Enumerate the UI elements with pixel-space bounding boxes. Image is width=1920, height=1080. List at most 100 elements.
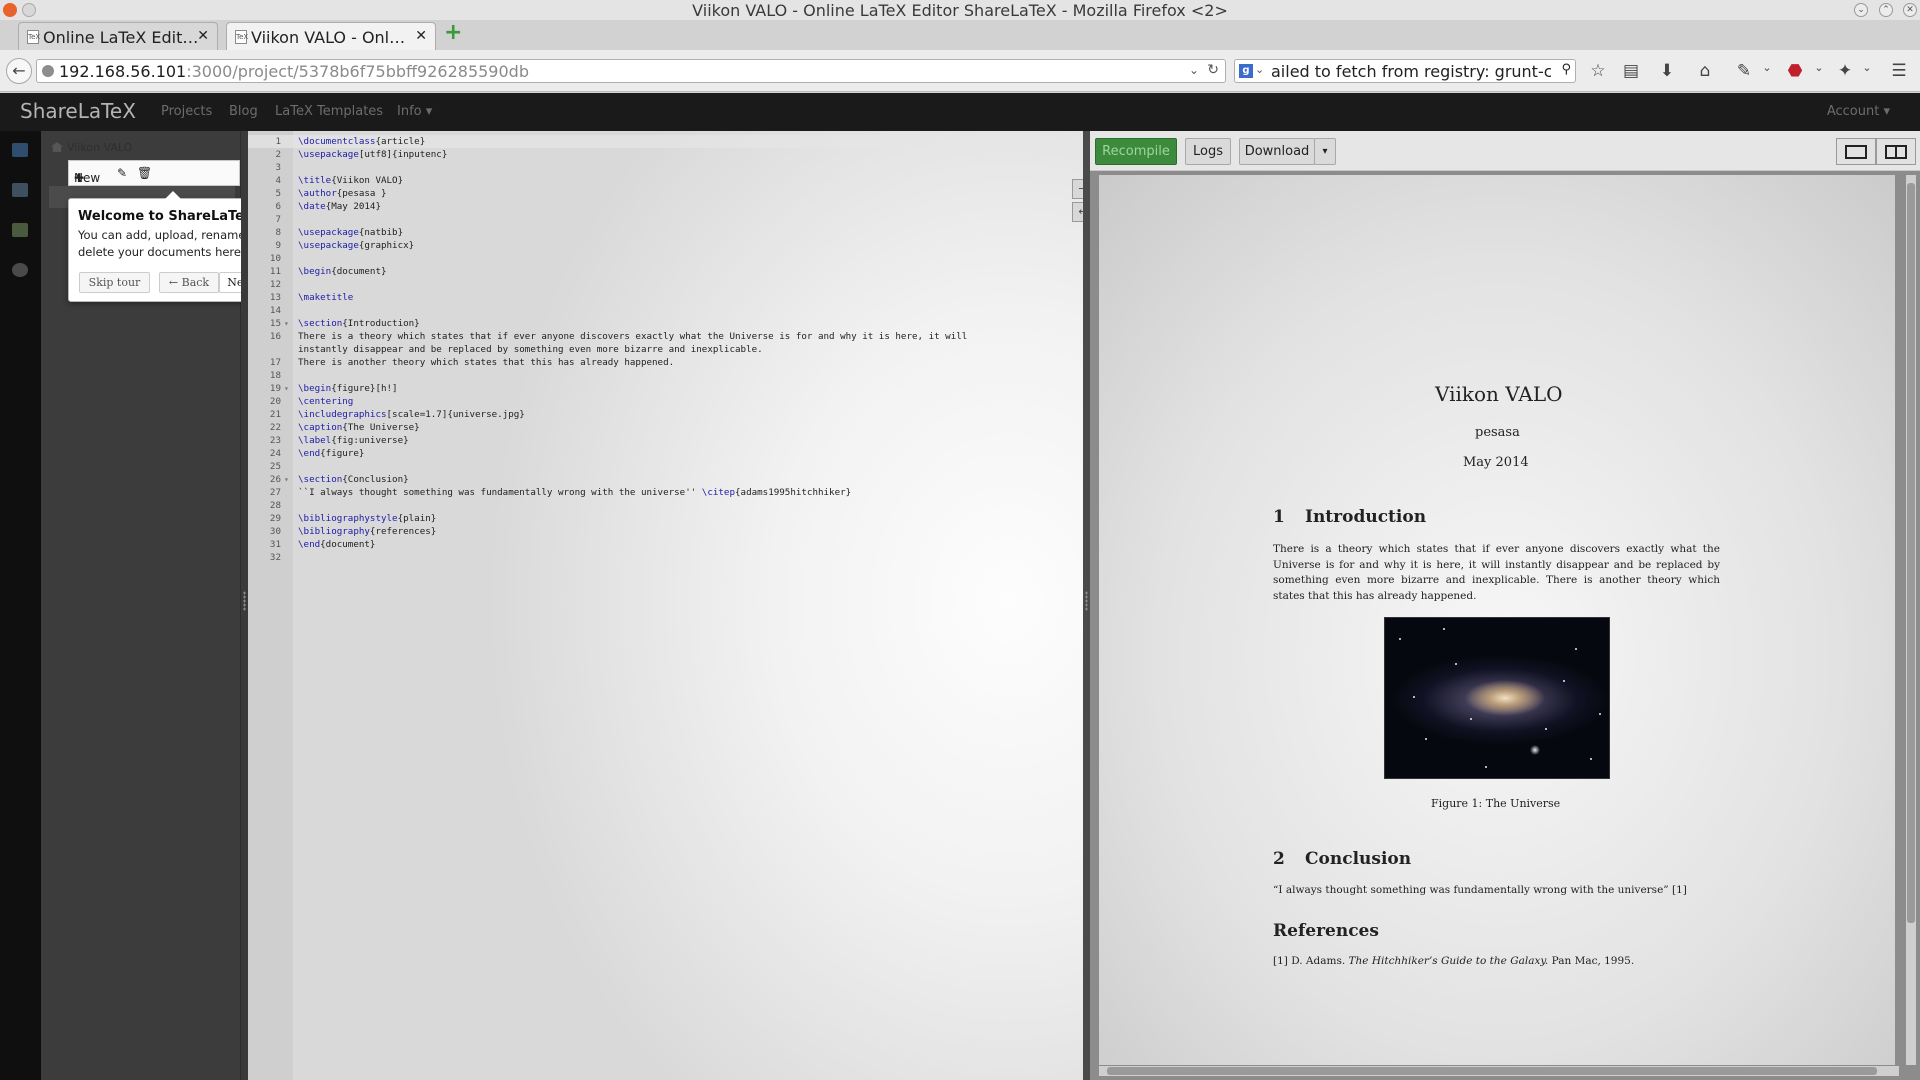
reload-icon[interactable]: ↻ xyxy=(1207,62,1219,78)
app-logo[interactable]: ShareLaTeX xyxy=(20,99,136,123)
pdf-vertical-scrollbar[interactable] xyxy=(1906,175,1916,1065)
browser-tab-1[interactable]: TeX Online LaTeX Edit… ✕ xyxy=(18,22,218,50)
code-text: \centering xyxy=(298,395,353,408)
download-button[interactable]: Download xyxy=(1239,138,1315,165)
pdf-section-1-number: 1 xyxy=(1273,507,1285,527)
search-bar[interactable]: g ⌄ ailed to fetch from registry: grunt-… xyxy=(1234,59,1576,83)
delete-icon[interactable]: 🗑 xyxy=(137,166,152,180)
line-number: 18 xyxy=(269,370,281,381)
nav-projects[interactable]: Projects xyxy=(161,104,212,119)
browser-tab-2[interactable]: TeX Viikon VALO - Onl… ✕ xyxy=(226,22,436,50)
history-icon[interactable] xyxy=(12,183,28,197)
download-icon[interactable]: ⬇ xyxy=(1656,61,1678,81)
line-number: 5 xyxy=(275,188,281,199)
chevron-down-icon: ▾ xyxy=(1879,104,1890,119)
line-number: 22 xyxy=(269,422,281,433)
recompile-button[interactable]: Recompile xyxy=(1095,138,1177,165)
nav-blog[interactable]: Blog xyxy=(229,104,258,119)
line-number: 9 xyxy=(275,240,281,251)
latex-command: \title xyxy=(298,175,332,186)
drag-handle-icon[interactable] xyxy=(1085,591,1088,611)
chevron-down-icon[interactable]: ⌄ xyxy=(1255,63,1264,76)
star xyxy=(1599,713,1601,715)
project-name: Viikon VALO xyxy=(67,141,133,154)
chevron-down-icon: ▾ xyxy=(421,104,433,119)
files-icon[interactable] xyxy=(12,143,28,157)
code-text: \bibliographystyle{plain} xyxy=(298,512,436,525)
code-text: \maketitle xyxy=(298,291,353,304)
search-input[interactable]: ailed to fetch from registry: grunt-cli xyxy=(1271,62,1551,81)
url-bar[interactable]: 192.168.56.101:3000/project/5378b6f75bbf… xyxy=(36,59,1226,83)
line-number: 1 xyxy=(275,136,281,147)
single-view-button[interactable] xyxy=(1836,138,1876,165)
latex-command: \section xyxy=(298,318,343,329)
account-menu[interactable]: Account ▾ xyxy=(1827,104,1890,119)
split-view-button[interactable] xyxy=(1876,138,1916,165)
tour-back-button[interactable]: ← Back xyxy=(159,272,219,293)
close-tab-icon[interactable]: ✕ xyxy=(415,28,427,44)
fold-toggle-icon[interactable]: ▾ xyxy=(284,473,289,486)
code-token: {May 2014} xyxy=(325,201,381,212)
new-tab-icon[interactable]: + xyxy=(444,22,462,44)
account-label: Account xyxy=(1826,104,1880,119)
code-token: {document} xyxy=(320,539,376,550)
maximize-icon[interactable]: ⌃ xyxy=(1879,3,1893,17)
bookmark-star-icon[interactable]: ☆ xyxy=(1587,61,1609,81)
extension-icon[interactable]: ✦ xyxy=(1834,61,1856,81)
line-number: 27 xyxy=(269,487,281,498)
search-engine-icon[interactable]: g xyxy=(1239,64,1253,78)
chevron-down-icon[interactable]: ⌄ xyxy=(1808,61,1830,74)
gear-icon[interactable] xyxy=(12,263,28,277)
bookmarks-list-icon[interactable]: ▤ xyxy=(1620,61,1642,81)
latex-command: \maketitle xyxy=(298,292,354,303)
url-history-dropdown-icon[interactable]: ⌄ xyxy=(1189,63,1199,77)
line-number: 10 xyxy=(269,253,281,264)
close-tab-icon[interactable]: ✕ xyxy=(197,28,209,44)
fold-toggle-icon[interactable]: ▾ xyxy=(284,382,289,395)
code-token: {Conclusion} xyxy=(342,474,409,485)
line-number: 29 xyxy=(269,513,281,524)
latex-command: \date xyxy=(298,201,326,212)
star xyxy=(1470,718,1472,720)
rename-icon[interactable]: ✎ xyxy=(117,166,127,180)
code-text: ``I always thought something was fundame… xyxy=(298,486,851,499)
code-token: {The Universe} xyxy=(342,422,420,433)
editor-pdf-splitter[interactable] xyxy=(1083,131,1090,1080)
scrollbar-thumb[interactable] xyxy=(1907,183,1915,923)
code-text: \begin{document} xyxy=(298,265,387,278)
code-token: {natbib} xyxy=(358,227,404,238)
fold-toggle-icon[interactable]: ▾ xyxy=(284,317,289,330)
latex-command: \section xyxy=(298,474,343,485)
back-button[interactable]: ← xyxy=(6,58,32,84)
tools-icon[interactable]: ✎ xyxy=(1733,61,1755,81)
menu-icon[interactable]: ☰ xyxy=(1888,61,1910,81)
drag-handle-icon[interactable] xyxy=(243,591,246,611)
scrollbar-thumb[interactable] xyxy=(1107,1067,1877,1075)
code-text: \title{Viikon VALO} xyxy=(298,174,403,187)
chevron-down-icon[interactable]: ⌄ xyxy=(1756,61,1778,74)
line-number: 32 xyxy=(269,552,281,563)
skip-tour-button[interactable]: Skip tour xyxy=(79,272,150,293)
close-window-icon[interactable]: ✕ xyxy=(1903,3,1917,17)
pdf-horizontal-scrollbar[interactable] xyxy=(1099,1066,1899,1076)
code-text: \caption{The Universe} xyxy=(298,421,420,434)
star xyxy=(1575,648,1577,650)
nav-info[interactable]: Info ▾ xyxy=(397,104,432,119)
share-icon[interactable] xyxy=(12,223,28,237)
chevron-down-icon[interactable]: ⌄ xyxy=(1856,61,1878,74)
single-pane-icon xyxy=(1845,145,1867,159)
search-go-icon[interactable]: ⚲ xyxy=(1561,62,1571,77)
site-identity-icon[interactable] xyxy=(42,65,54,77)
nav-info-label: Info xyxy=(397,104,422,119)
adblock-icon[interactable]: ⬣ xyxy=(1784,61,1806,81)
star xyxy=(1443,628,1445,630)
filetree-splitter[interactable] xyxy=(241,131,248,1080)
code-text: \usepackage{graphicx} xyxy=(298,239,414,252)
nav-latex-templates[interactable]: LaTeX Templates xyxy=(275,104,383,119)
line-number: 12 xyxy=(269,279,281,290)
minimize-icon[interactable]: ⌄ xyxy=(1854,3,1868,17)
download-dropdown-icon[interactable]: ▾ xyxy=(1314,138,1336,165)
code-editor[interactable]: 1 \documentclass{article} 2 \usepackage[utf… xyxy=(248,131,1083,1080)
home-icon[interactable]: ⌂ xyxy=(1694,61,1716,81)
logs-button[interactable]: Logs xyxy=(1185,138,1231,165)
